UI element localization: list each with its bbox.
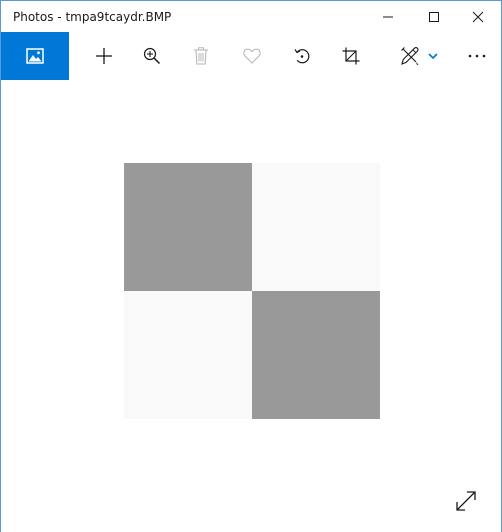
rotate-icon	[294, 49, 310, 64]
zoom-button[interactable]	[134, 32, 170, 80]
minimize-icon	[383, 16, 393, 17]
rotate-button[interactable]	[284, 32, 320, 80]
more-options-button[interactable]	[459, 32, 495, 80]
maximize-button[interactable]	[411, 1, 457, 32]
crop-icon	[342, 47, 360, 65]
expand-icon	[456, 491, 476, 511]
image-cell-light	[124, 291, 252, 419]
edit-create-button[interactable]	[395, 32, 443, 80]
title-bar: Photos - tmpa9tcaydr.BMP	[1, 0, 501, 32]
maximize-icon	[429, 11, 439, 22]
photos-window: Photos - tmpa9tcaydr.BMP	[0, 0, 502, 532]
delete-button[interactable]	[183, 32, 219, 80]
zoom-in-icon	[143, 47, 161, 65]
toolbar	[1, 32, 501, 80]
chevron-down-icon	[428, 53, 438, 60]
plus-icon	[96, 48, 112, 64]
collection-button[interactable]	[1, 32, 69, 80]
photo-icon	[26, 48, 44, 64]
image-cell-dark	[124, 163, 252, 291]
minimize-button[interactable]	[365, 1, 411, 32]
image-cell-dark	[252, 291, 380, 419]
trash-icon	[194, 47, 208, 65]
photo-canvas[interactable]	[1, 80, 501, 532]
displayed-image[interactable]	[124, 163, 380, 419]
add-button[interactable]	[86, 32, 122, 80]
favorite-button[interactable]	[234, 32, 270, 80]
close-icon	[472, 11, 484, 22]
crop-button[interactable]	[333, 32, 369, 80]
image-cell-light	[252, 163, 380, 291]
ellipsis-icon	[468, 54, 486, 58]
pencil-brush-icon	[401, 47, 419, 65]
close-button[interactable]	[455, 1, 501, 32]
fullscreen-button[interactable]	[449, 484, 483, 518]
heart-icon	[243, 48, 261, 64]
window-title: Photos - tmpa9tcaydr.BMP	[13, 10, 172, 24]
